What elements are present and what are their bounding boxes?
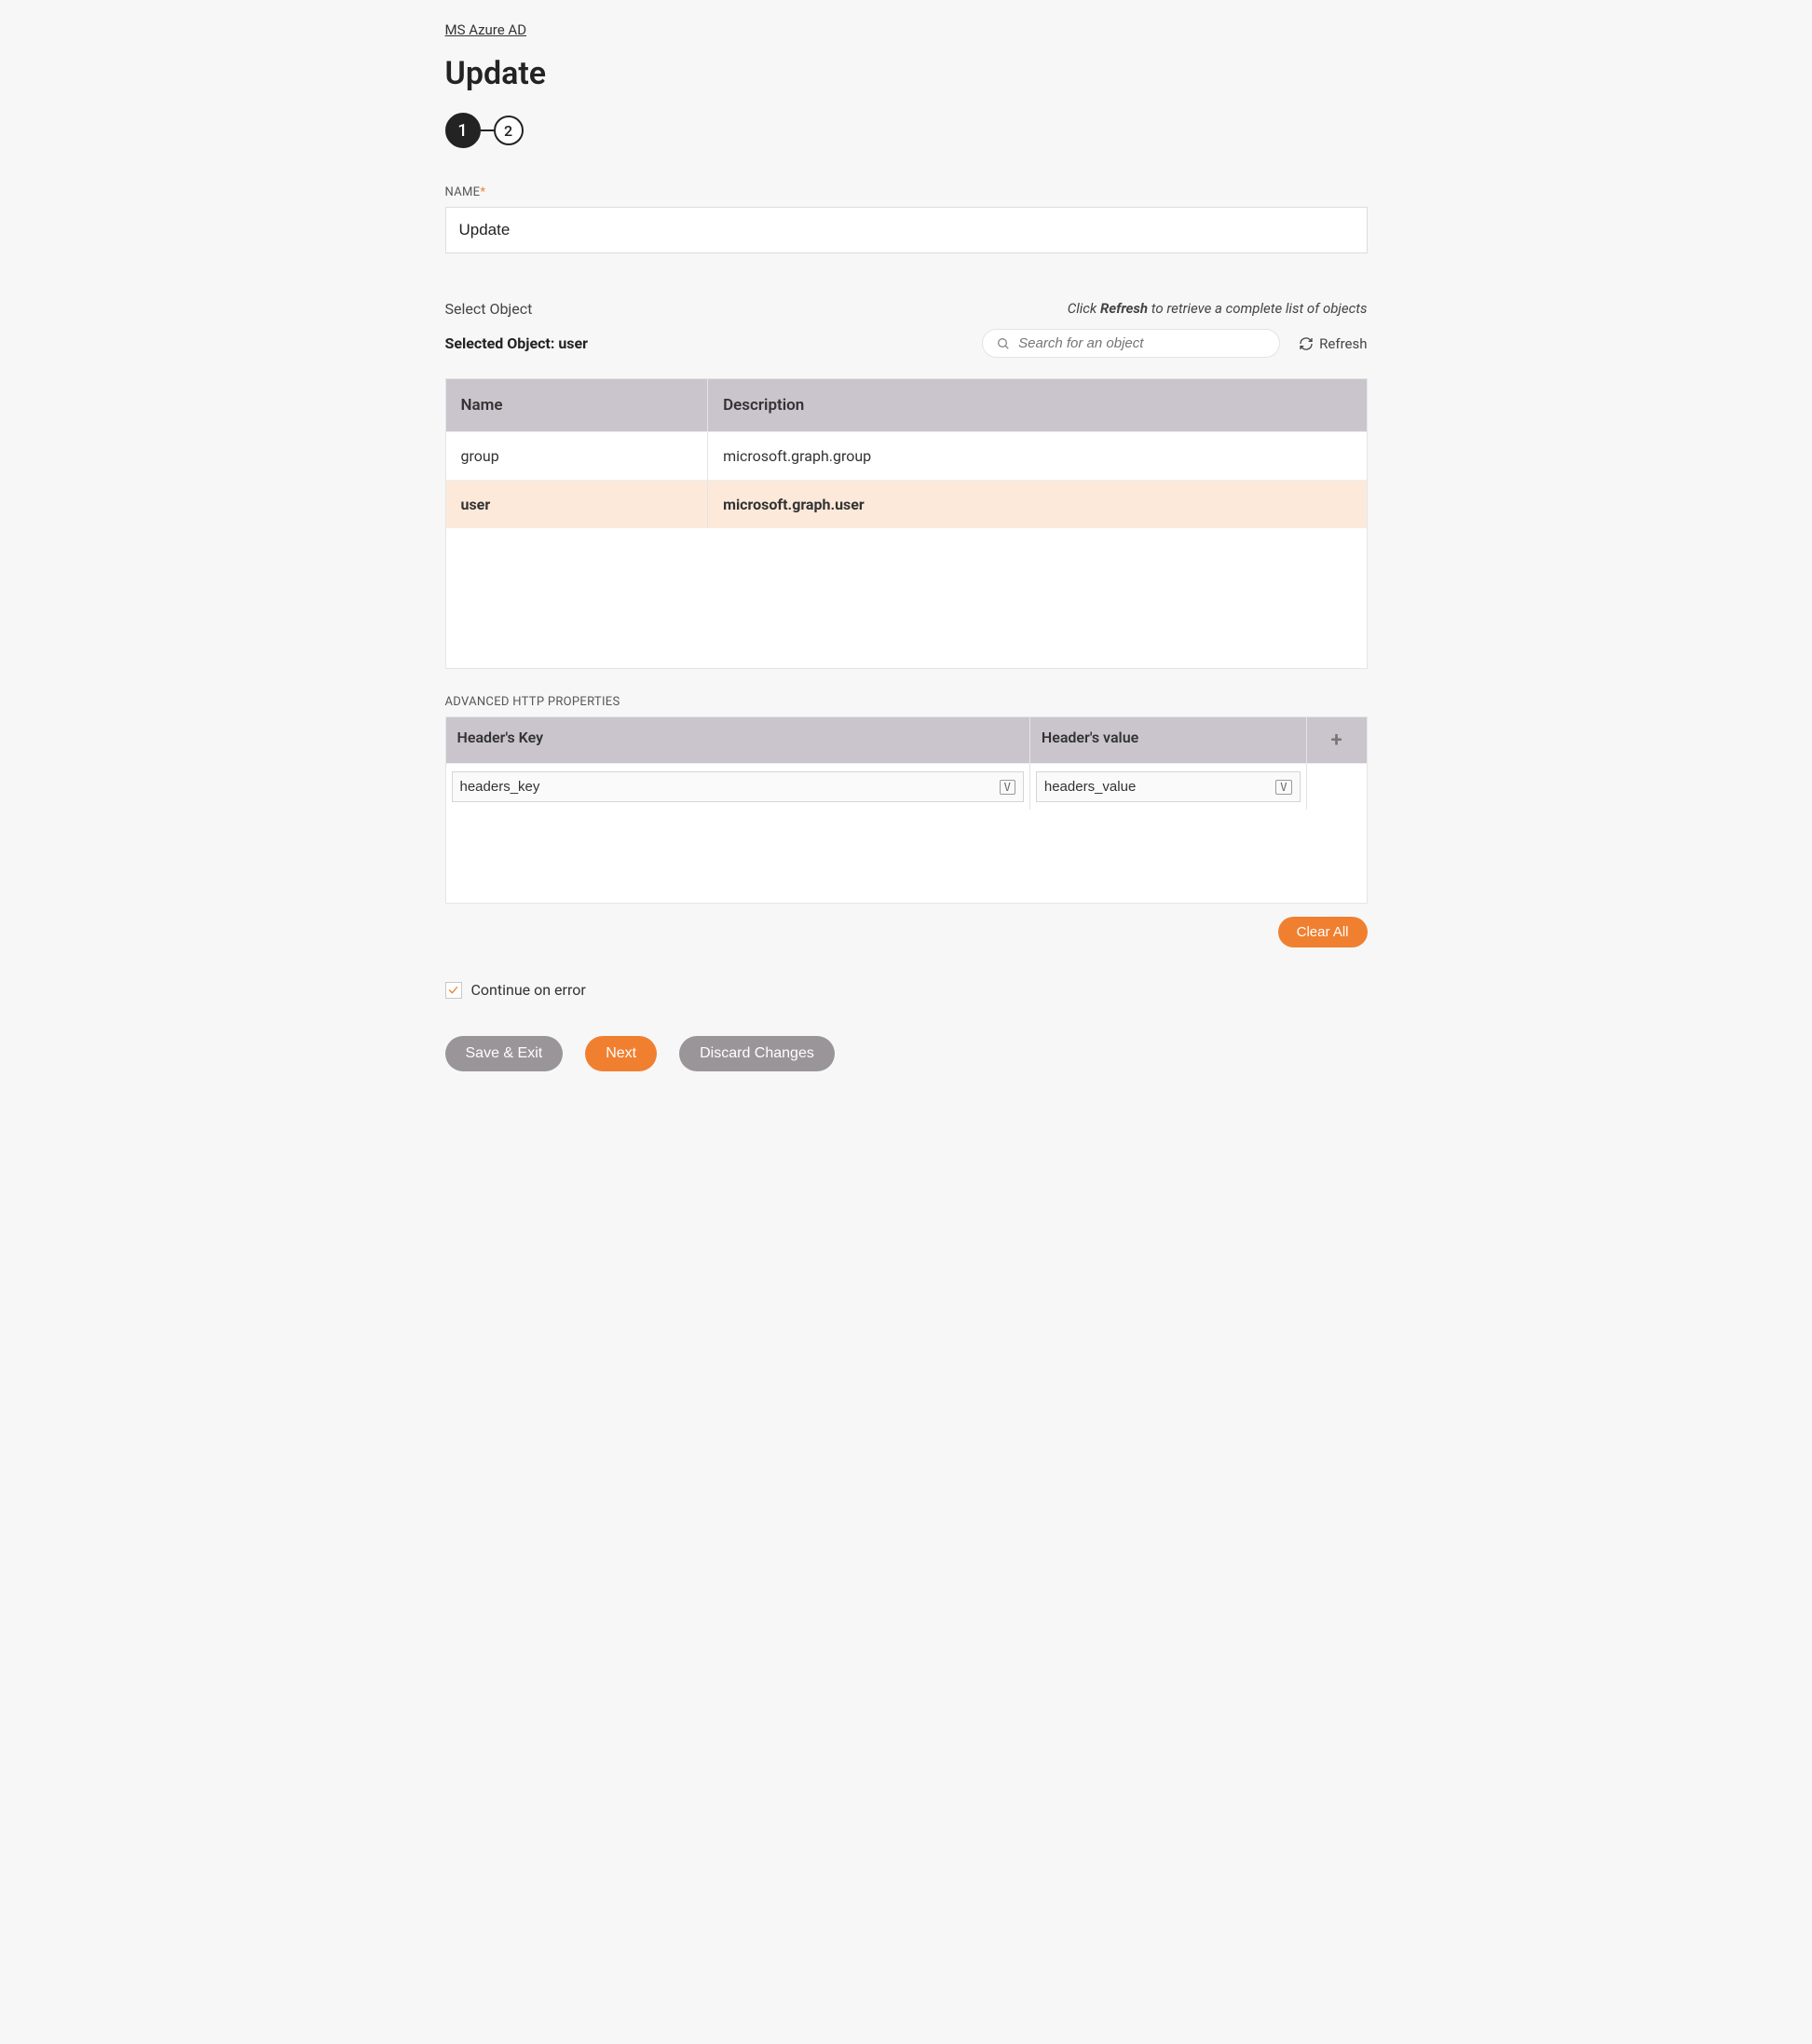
http-empty-area <box>446 810 1367 903</box>
table-row[interactable]: user microsoft.graph.user <box>446 480 1367 528</box>
cell-name: group <box>446 432 709 480</box>
col-header-name: Name <box>446 379 709 431</box>
hint-prefix: Click <box>1068 300 1100 317</box>
hint-bold: Refresh <box>1100 300 1148 317</box>
save-exit-button[interactable]: Save & Exit <box>445 1036 564 1071</box>
clear-all-button[interactable]: Clear All <box>1278 917 1368 947</box>
header-key-input[interactable] <box>460 779 1000 795</box>
step-connector <box>481 129 494 131</box>
http-properties-label: ADVANCED HTTP PROPERTIES <box>445 695 1368 709</box>
step-2[interactable]: 2 <box>494 116 524 145</box>
add-row-button[interactable]: + <box>1307 717 1367 763</box>
search-box[interactable] <box>982 329 1280 358</box>
table-row[interactable]: group microsoft.graph.group <box>446 431 1367 480</box>
name-input[interactable] <box>445 207 1368 253</box>
selected-value: user <box>558 334 588 352</box>
select-object-label: Select Object <box>445 300 533 318</box>
continue-on-error-label: Continue on error <box>471 981 586 999</box>
header-value-input[interactable] <box>1044 779 1275 795</box>
cell-description: microsoft.graph.group <box>708 432 1366 480</box>
check-icon <box>447 984 459 996</box>
cell-name: user <box>446 481 709 528</box>
col-header-description: Description <box>708 379 1366 431</box>
breadcrumb[interactable]: MS Azure AD <box>445 21 527 38</box>
required-star: * <box>480 185 485 199</box>
plus-icon: + <box>1330 729 1342 752</box>
step-1[interactable]: 1 <box>445 113 481 148</box>
cell-description: microsoft.graph.user <box>708 481 1366 528</box>
search-icon <box>996 336 1011 351</box>
discard-button[interactable]: Discard Changes <box>679 1036 835 1071</box>
stepper: 1 2 <box>445 113 1368 148</box>
selected-prefix: Selected Object: <box>445 334 559 352</box>
refresh-hint: Click Refresh to retrieve a complete lis… <box>1068 300 1368 317</box>
variable-icon[interactable]: V <box>1000 780 1015 795</box>
http-table: Header's Key Header's value + V V <box>445 716 1368 904</box>
row-action-cell <box>1307 764 1367 810</box>
selected-object-label: Selected Object: user <box>445 334 589 352</box>
continue-on-error-checkbox[interactable] <box>445 982 462 999</box>
table-empty-area <box>446 528 1367 668</box>
next-button[interactable]: Next <box>585 1036 657 1071</box>
refresh-icon <box>1299 336 1314 351</box>
col-header-value: Header's value <box>1030 717 1307 763</box>
col-header-key: Header's Key <box>446 717 1030 763</box>
object-table: Name Description group microsoft.graph.g… <box>445 378 1368 669</box>
name-label: NAME* <box>445 185 1368 199</box>
name-label-text: NAME <box>445 185 481 199</box>
footer-buttons: Save & Exit Next Discard Changes <box>445 1036 1368 1094</box>
http-row: V V <box>446 763 1367 810</box>
refresh-label: Refresh <box>1319 335 1367 352</box>
page-title: Update <box>445 55 1368 92</box>
hint-suffix: to retrieve a complete list of objects <box>1148 300 1367 317</box>
variable-icon[interactable]: V <box>1275 780 1291 795</box>
refresh-button[interactable]: Refresh <box>1299 335 1367 352</box>
search-input[interactable] <box>1018 335 1266 351</box>
